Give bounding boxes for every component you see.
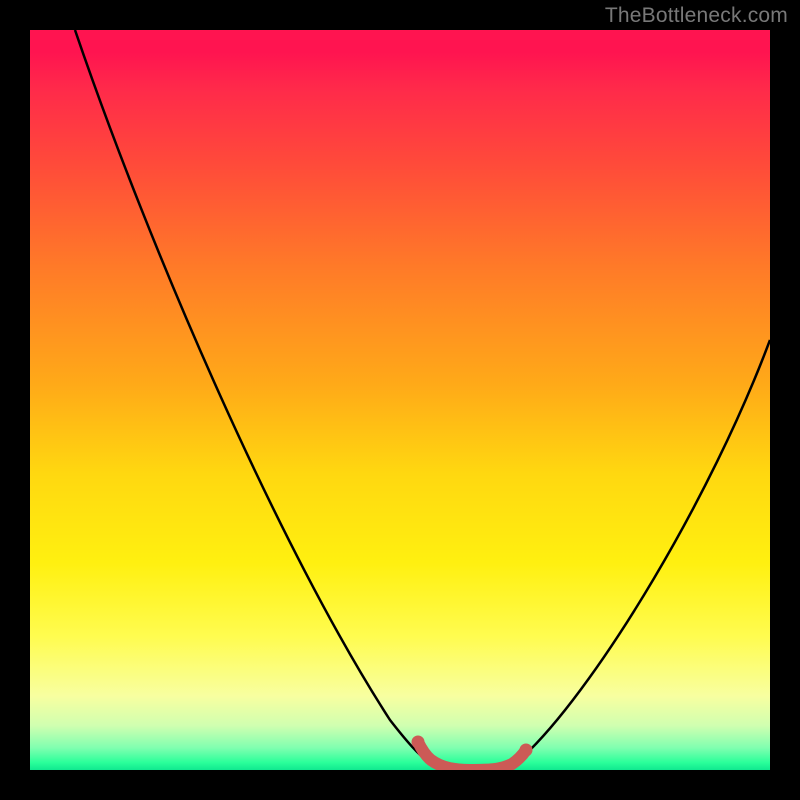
plot-area (30, 30, 770, 770)
watermark-text: TheBottleneck.com (605, 4, 788, 28)
marker-dot-right (520, 744, 533, 757)
marker-layer (30, 30, 770, 770)
marker-dot-left (412, 736, 425, 749)
optimal-region-marker (418, 742, 526, 770)
